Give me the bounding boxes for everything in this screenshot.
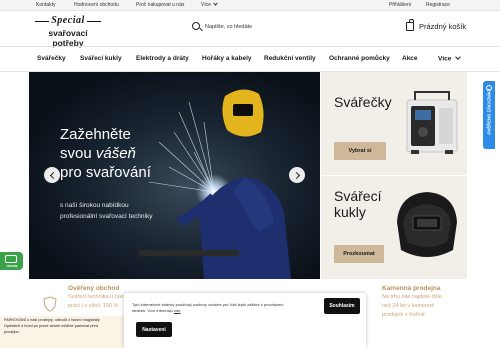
nav-item-ochranne-pomucky[interactable]: Ochranné pomůcky — [329, 55, 390, 62]
feature-title: Kamenná prodejna — [382, 285, 441, 292]
search-input[interactable] — [205, 21, 300, 33]
topbar-more-label: Více — [201, 2, 212, 8]
feature-line: Svářecí technika u nás — [68, 294, 124, 300]
nav-item-more[interactable]: Více — [438, 54, 462, 63]
hero-title-line-1: Zažehněte — [60, 126, 131, 143]
side-tab-label: OVĚŘENO ZÁKAZNÍKY — [486, 88, 492, 135]
topbar-link-reviews[interactable]: Hodnocení obchodu — [74, 2, 119, 8]
topbar-link-why-us[interactable]: Proč nakupovat u nás — [136, 2, 184, 8]
verified-by-customers-tab[interactable]: OVĚŘENO ZÁKAZNÍKY — [483, 81, 495, 149]
main-nav: Svářečky Svářecí kukly Elektrody a dráty… — [0, 48, 500, 71]
welding-machine-image — [406, 91, 458, 154]
cookie-text: Tyto internetové stránky používají soubo… — [132, 302, 322, 314]
nav-item-svarecky[interactable]: Svářečky — [37, 55, 66, 62]
hero-subtitle: s naší širokou nabídkou profesionální sv… — [60, 200, 210, 222]
chevron-down-icon — [455, 54, 462, 60]
promo-title-svarecky: Svářečky — [334, 94, 392, 110]
hero-banner[interactable]: Zažehněte svou vášeň pro svařování s naš… — [29, 72, 320, 279]
hero-title-line-2: svou vášeň — [60, 144, 220, 163]
logo-tagline: svařovací potřeby — [48, 28, 88, 48]
chevron-down-icon — [213, 1, 218, 6]
topbar-link-contacts[interactable]: Kontakty — [36, 2, 55, 8]
nav-item-svareci-kukly[interactable]: Svářecí kukly — [80, 55, 122, 62]
feature-verified-shop: Ověřený obchod Svářecí technika u nás pr… — [68, 284, 124, 311]
promo-card-svarecky[interactable]: Svářečky Vybrat si — [321, 72, 467, 175]
carousel-next-button[interactable] — [289, 167, 305, 183]
site-logo[interactable]: Special svařovací potřeby — [33, 15, 103, 48]
feature-title: Ověřený obchod — [68, 285, 120, 292]
login-link[interactable]: Přihlášení — [389, 2, 411, 8]
nav-more-label: Více — [438, 55, 452, 63]
nav-item-horaky[interactable]: Hořáky a kabely — [202, 55, 252, 62]
parking-notice-line: prodejnu. — [4, 330, 20, 334]
search-box — [191, 21, 301, 33]
welding-helmet-image — [397, 192, 457, 257]
hero-title-line-3: pro svařování — [60, 164, 151, 181]
promo-card-kukly[interactable]: Svářecí kukly Prozkoumat — [321, 176, 467, 279]
cookie-text-more: stránek. Více informací — [132, 308, 175, 313]
shopping-bag-icon — [406, 19, 414, 31]
cookie-text-line-2: stránek. Více informací zde — [132, 308, 322, 314]
cart-button[interactable]: Prázdný košík — [406, 19, 468, 33]
search-icon[interactable] — [192, 22, 200, 30]
header-divider — [0, 46, 500, 47]
chat-icon — [5, 255, 17, 263]
promo-button-vybrat-si[interactable]: Vybrat si — [334, 142, 386, 160]
parking-notice: PARKOVÁNÍ u naší prodejny: odbočit z hla… — [0, 316, 124, 348]
shield-icon — [43, 296, 57, 312]
chat-label: ONLINE — [6, 264, 18, 268]
carousel-prev-button[interactable] — [44, 167, 60, 183]
register-link[interactable]: Registrace — [426, 2, 450, 8]
nav-item-redukcni-ventily[interactable]: Redukční ventily — [264, 55, 316, 62]
hero-subtitle-line-1: s naší širokou nabídkou — [60, 202, 129, 209]
feature-line: prácí i s všeli. 100 % — [68, 303, 119, 309]
feature-line: Na trhu nás najdete déle — [382, 294, 442, 300]
logo-wordmark: Special — [33, 15, 103, 26]
hero-title: Zažehněte svou vášeň pro svařování — [60, 125, 220, 182]
online-chat-button[interactable]: ONLINE — [0, 252, 23, 270]
cookie-accept-button[interactable]: Souhlasím — [324, 298, 360, 314]
feature-line: než 24 let v kamenné — [382, 303, 435, 309]
cookie-consent-dialog: Tyto internetové stránky používají soubo… — [124, 293, 366, 348]
promo-title-kukly-line-1: Svářecí — [334, 188, 382, 204]
hero-title-emphasis: vášeň — [95, 145, 136, 162]
nav-item-elektrody[interactable]: Elektrody a dráty — [136, 55, 189, 62]
hero-title-line-2a: svou — [60, 145, 96, 162]
hero-subtitle-line-2: profesionální svařovací techniky — [60, 213, 153, 220]
topbar-more-menu[interactable]: Více — [201, 1, 218, 8]
promo-title-kukly-line-2: kukly — [334, 204, 366, 220]
promo-title-kukly: Svářecí kukly — [334, 188, 381, 220]
cookie-more-info-link[interactable]: zde — [174, 308, 180, 313]
cookie-settings-button[interactable]: Nastavení — [136, 322, 172, 337]
nav-item-akce[interactable]: Akce — [402, 55, 418, 62]
feature-line: prodejně v Kolíně — [382, 312, 425, 318]
cart-label: Prázdný košík — [419, 22, 467, 31]
feature-stone-store: Kamenná prodejna Na trhu nás najdete dél… — [382, 284, 442, 320]
top-utility-bar: Kontakty Hodnocení obchodu Proč nakupova… — [0, 0, 500, 11]
promo-button-prozkoumat[interactable]: Prozkoumat — [334, 245, 384, 263]
